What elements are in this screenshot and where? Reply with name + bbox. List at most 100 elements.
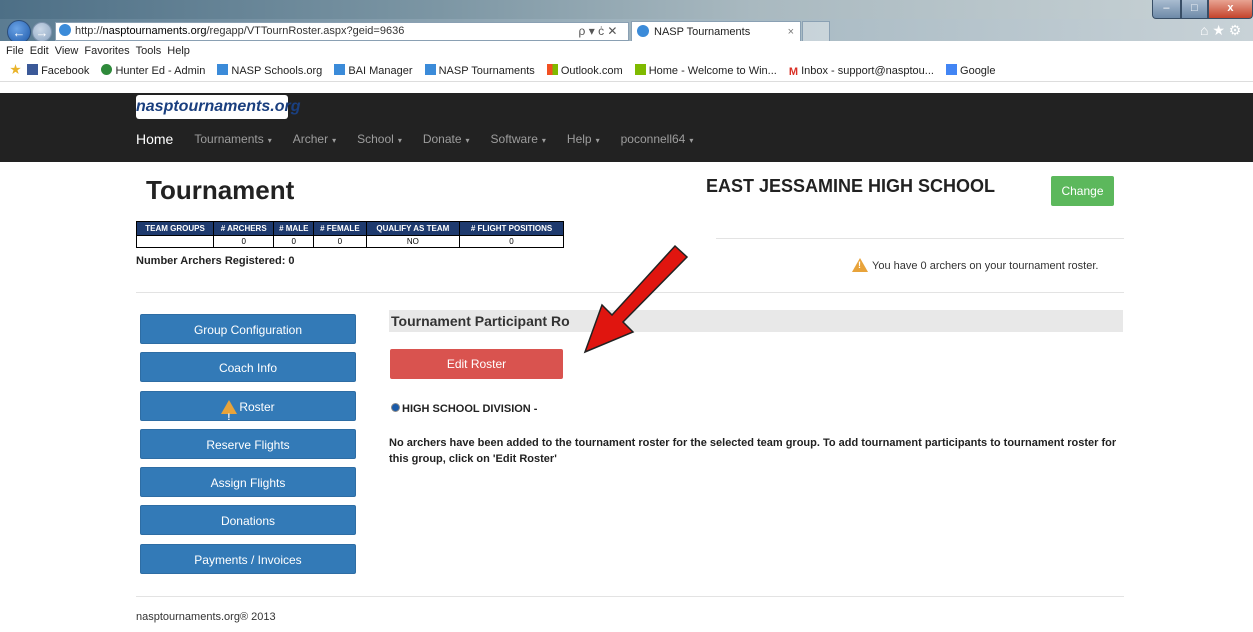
menu-help[interactable]: Help (167, 45, 190, 57)
radio-selected-icon (391, 403, 400, 412)
nav-donate[interactable]: Donate ▾ (423, 128, 470, 150)
nav-user[interactable]: poconnell64 ▾ (621, 128, 694, 150)
donations-button[interactable]: Donations (140, 505, 356, 535)
forward-button[interactable]: → (32, 22, 52, 42)
cell-female: 0 (313, 235, 367, 248)
cell-flight-positions: 0 (459, 235, 564, 248)
brand-logo[interactable]: nasptournaments.org (136, 95, 300, 119)
gmail-icon: M (788, 66, 799, 78)
roster-button[interactable]: Roster (140, 391, 356, 432)
divider (136, 596, 1124, 597)
address-input[interactable]: http://nasptournaments.org/regapp/VTTour… (55, 22, 570, 41)
browser-chrome: ← → http://nasptournaments.org/regapp/VT… (0, 0, 1253, 93)
roster-warning: You have 0 archers on your tournament ro… (852, 258, 1098, 272)
edit-roster-button[interactable]: Edit Roster (390, 349, 563, 379)
globe-icon (101, 64, 113, 75)
url-prefix: http:// (75, 25, 103, 37)
header-male: # MALE (273, 221, 315, 236)
fav-home-welcome[interactable]: Home - Welcome to Win... (634, 64, 777, 77)
cell-qualify: NO (365, 235, 461, 248)
division-label: HIGH SCHOOL DIVISION - (402, 403, 538, 415)
nav-help[interactable]: Help ▾ (567, 128, 600, 150)
page-title: Tournament (146, 175, 295, 205)
tab-nasp-tournaments[interactable]: NASP Tournaments × (631, 21, 801, 43)
menu-edit[interactable]: Edit (30, 45, 49, 57)
change-school-button[interactable]: Change (1051, 176, 1114, 206)
address-controls[interactable]: ρ ▾ ċ ✕ (568, 22, 629, 41)
assign-flights-button[interactable]: Assign Flights (140, 467, 356, 497)
header-team-groups: TEAM GROUPS (135, 221, 215, 236)
window-controls: – □ x (1152, 0, 1253, 19)
fav-nasp-tournaments[interactable]: NASP Tournaments (424, 64, 535, 77)
fav-inbox[interactable]: M Inbox - support@nasptou... (788, 65, 934, 78)
cell-male: 0 (273, 235, 315, 248)
payments-invoices-button[interactable]: Payments / Invoices (140, 544, 356, 574)
warning-icon (852, 258, 868, 272)
site-navbar: nasptournaments.org Home Tournaments ▾ Ar… (0, 93, 1253, 162)
menu-bar: File Edit View Favorites Tools Help (0, 41, 1253, 61)
tab-close-icon[interactable]: × (788, 22, 794, 42)
favorites-bar: Facebook Hunter Ed - Admin NASP Schools.… (0, 61, 1253, 82)
caret-down-icon: ▾ (332, 136, 337, 145)
fav-bai-manager[interactable]: BAI Manager (334, 64, 413, 77)
menu-tools[interactable]: Tools (136, 45, 162, 57)
ie-tab-icon (637, 25, 649, 37)
caret-down-icon: ▾ (465, 136, 470, 145)
nav-archer[interactable]: Archer ▾ (293, 128, 336, 150)
no-archers-message: No archers have been added to the tourna… (389, 437, 1117, 465)
header-flight-positions: # FLIGHT POSITIONS (459, 221, 564, 236)
red-annotation-arrow (583, 244, 689, 354)
stats-table: TEAM GROUPS # ARCHERS # MALE # FEMALE QU… (135, 221, 564, 248)
nav-items: Home Tournaments ▾ Archer ▾ School ▾ Donate… (136, 128, 714, 150)
fav-nasp-schools[interactable]: NASP Schools.org (217, 64, 322, 77)
nav-tournaments[interactable]: Tournaments ▾ (194, 128, 271, 150)
new-tab-button[interactable] (802, 21, 830, 43)
favorites-star-icon (10, 64, 21, 75)
fav-outlook[interactable]: Outlook.com (546, 64, 623, 77)
url-path: /regapp/VTTournRoster.aspx?geid=9636 (206, 25, 405, 37)
table-row: 0 0 0 NO 0 (135, 235, 564, 248)
fav-hunter-ed[interactable]: Hunter Ed - Admin (101, 64, 205, 77)
msn-icon (634, 64, 646, 75)
coach-info-button[interactable]: Coach Info (140, 352, 356, 382)
roster-warning-text: You have 0 archers on your tournament ro… (872, 260, 1099, 272)
nav-school[interactable]: School ▾ (357, 128, 402, 150)
ie-icon (334, 64, 346, 75)
stats-header-row: TEAM GROUPS # ARCHERS # MALE # FEMALE QU… (135, 221, 564, 236)
cell-archers: 0 (213, 235, 275, 248)
caret-down-icon: ▾ (397, 136, 402, 145)
ie-icon (424, 64, 436, 75)
archers-registered-count: Number Archers Registered: 0 (136, 255, 295, 267)
caret-down-icon: ▾ (689, 136, 694, 145)
tab-title: NASP Tournaments (654, 26, 751, 38)
minimize-button[interactable]: – (1152, 0, 1181, 19)
reserve-flights-button[interactable]: Reserve Flights (140, 429, 356, 459)
facebook-icon (27, 64, 39, 75)
caret-down-icon: ▾ (267, 136, 272, 145)
ie-page-icon (59, 24, 71, 36)
nav-home[interactable]: Home (136, 128, 173, 150)
home-favorites-tools-icons[interactable]: ⌂ ★ ⚙ (1200, 22, 1253, 40)
maximize-button[interactable]: □ (1180, 0, 1208, 19)
cell-team-groups (135, 235, 215, 248)
roster-button-label: Roster (239, 400, 275, 414)
ie-icon (217, 64, 229, 75)
footer-copyright: nasptournaments.org® 2013 (136, 611, 276, 623)
group-configuration-button[interactable]: Group Configuration (140, 314, 356, 344)
header-qualify: QUALIFY AS TEAM (365, 221, 461, 236)
menu-file[interactable]: File (6, 45, 24, 57)
close-window-button[interactable]: x (1207, 0, 1253, 19)
school-name: EAST JESSAMINE HIGH SCHOOL (706, 176, 996, 196)
participant-roster-header: Tournament Participant Ro (389, 310, 1123, 332)
url-host: nasptournaments.org (102, 25, 207, 37)
caret-down-icon: ▾ (541, 136, 546, 145)
warning-icon (221, 400, 238, 432)
fav-facebook[interactable]: Facebook (27, 64, 89, 77)
menu-view[interactable]: View (55, 45, 79, 57)
windows-icon (546, 64, 558, 75)
fav-google[interactable]: Google (946, 64, 996, 77)
menu-favorites[interactable]: Favorites (84, 45, 129, 57)
divider (716, 238, 1124, 239)
nav-software[interactable]: Software ▾ (491, 128, 546, 150)
division-radio[interactable]: HIGH SCHOOL DIVISION - (391, 403, 537, 415)
